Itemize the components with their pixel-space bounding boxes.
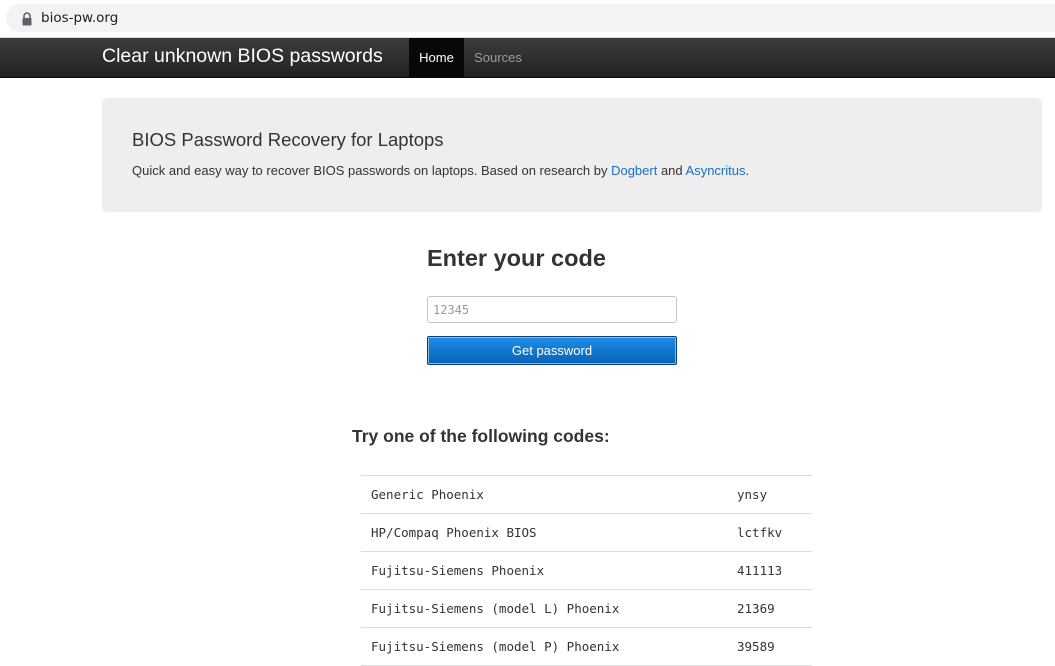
table-row: HP/Compaq Phoenix BIOS lctfkv <box>361 513 812 552</box>
code-name: Generic Phoenix <box>361 475 737 514</box>
code-value: lctfkv <box>737 513 812 552</box>
intro-text-start: Quick and easy way to recover BIOS passw… <box>132 163 612 178</box>
table-row: Fujitsu-Siemens (model L) Phoenix 21369 <box>361 589 812 628</box>
table-row: Fujitsu-Siemens Phoenix 411113 <box>361 551 812 590</box>
codes-heading: Try one of the following codes: <box>352 426 610 446</box>
intro-text-end: . <box>745 163 750 178</box>
code-value: 21369 <box>737 589 812 628</box>
code-name: HP/Compaq Phoenix BIOS <box>361 513 737 552</box>
lock-icon[interactable] <box>20 11 34 27</box>
intro-text: Quick and easy way to recover BIOS passw… <box>132 163 749 178</box>
nav-item-sources[interactable]: Sources <box>464 38 532 77</box>
url-field[interactable]: bios-pw.org <box>6 4 1055 32</box>
code-input[interactable] <box>427 296 677 323</box>
intro-title: BIOS Password Recovery for Laptops <box>132 129 444 150</box>
codes-table: Generic Phoenix ynsy HP/Compaq Phoenix B… <box>361 475 812 666</box>
table-row: Generic Phoenix ynsy <box>361 475 812 514</box>
browser-address-bar: bios-pw.org <box>0 0 1055 38</box>
code-value: ynsy <box>737 475 812 514</box>
nav-item-home[interactable]: Home <box>409 38 464 77</box>
code-value: 39589 <box>737 627 812 666</box>
code-name: Fujitsu-Siemens (model P) Phoenix <box>361 627 737 666</box>
top-navbar: Clear unknown BIOS passwords Home Source… <box>0 38 1055 78</box>
get-password-button[interactable]: Get password <box>427 336 677 365</box>
code-name: Fujitsu-Siemens (model L) Phoenix <box>361 589 737 628</box>
dogbert-link[interactable]: Dogbert <box>611 163 657 178</box>
code-name: Fujitsu-Siemens Phoenix <box>361 551 737 590</box>
intro-text-middle: and <box>657 163 686 178</box>
code-value: 411113 <box>737 551 812 590</box>
url-text[interactable]: bios-pw.org <box>41 10 118 26</box>
enter-code-heading: Enter your code <box>427 245 606 271</box>
asyncritus-link[interactable]: Asyncritus <box>686 163 746 178</box>
intro-jumbotron: BIOS Password Recovery for Laptops Quick… <box>102 98 1042 212</box>
table-row: Fujitsu-Siemens (model P) Phoenix 39589 <box>361 627 812 666</box>
navbar-brand[interactable]: Clear unknown BIOS passwords <box>102 45 383 68</box>
